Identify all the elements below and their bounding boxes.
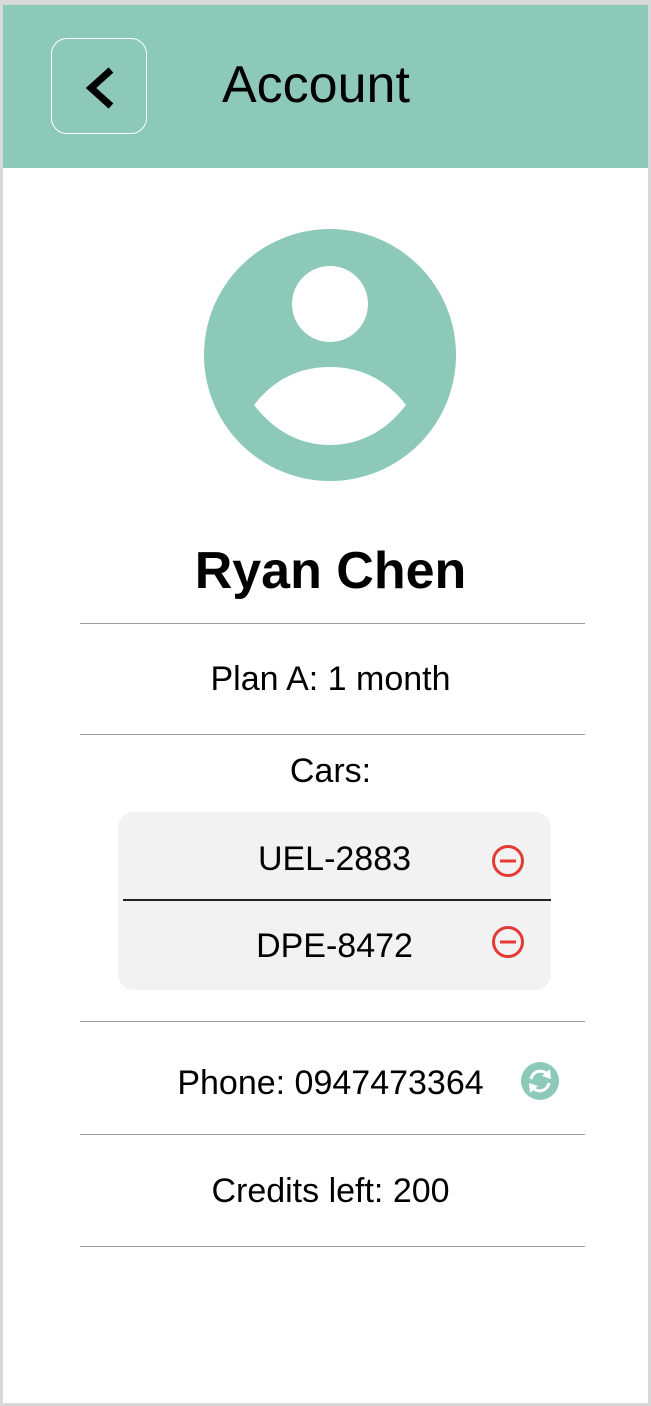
- plan-text: Plan A: 1 month: [210, 660, 451, 698]
- cars-label: Cars:: [289, 752, 372, 790]
- remove-circle-icon[interactable]: [491, 925, 525, 959]
- account-screen: Account Ryan Chen Plan A: 1 month Cars: …: [3, 5, 648, 1403]
- back-button[interactable]: [51, 38, 147, 134]
- divider: [80, 1021, 585, 1022]
- divider: [80, 1246, 585, 1247]
- car-divider: [123, 899, 551, 901]
- app-header: Account: [3, 5, 648, 168]
- cars-list: UEL-2883 DPE-8472: [118, 812, 551, 990]
- refresh-icon[interactable]: [520, 1061, 560, 1101]
- user-avatar-icon: [204, 229, 456, 481]
- divider: [80, 734, 585, 735]
- car-item: UEL-2883: [118, 812, 551, 898]
- user-name: Ryan Chen: [194, 542, 467, 600]
- page-title: Account: [222, 56, 410, 114]
- remove-circle-icon[interactable]: [491, 844, 525, 878]
- car-item: DPE-8472: [118, 902, 551, 988]
- credits-text: Credits left: 200: [211, 1172, 450, 1210]
- car-plate: DPE-8472: [256, 927, 413, 965]
- car-plate: UEL-2883: [257, 840, 412, 878]
- chevron-left-icon: [85, 67, 114, 109]
- divider: [80, 1134, 585, 1135]
- divider: [80, 623, 585, 624]
